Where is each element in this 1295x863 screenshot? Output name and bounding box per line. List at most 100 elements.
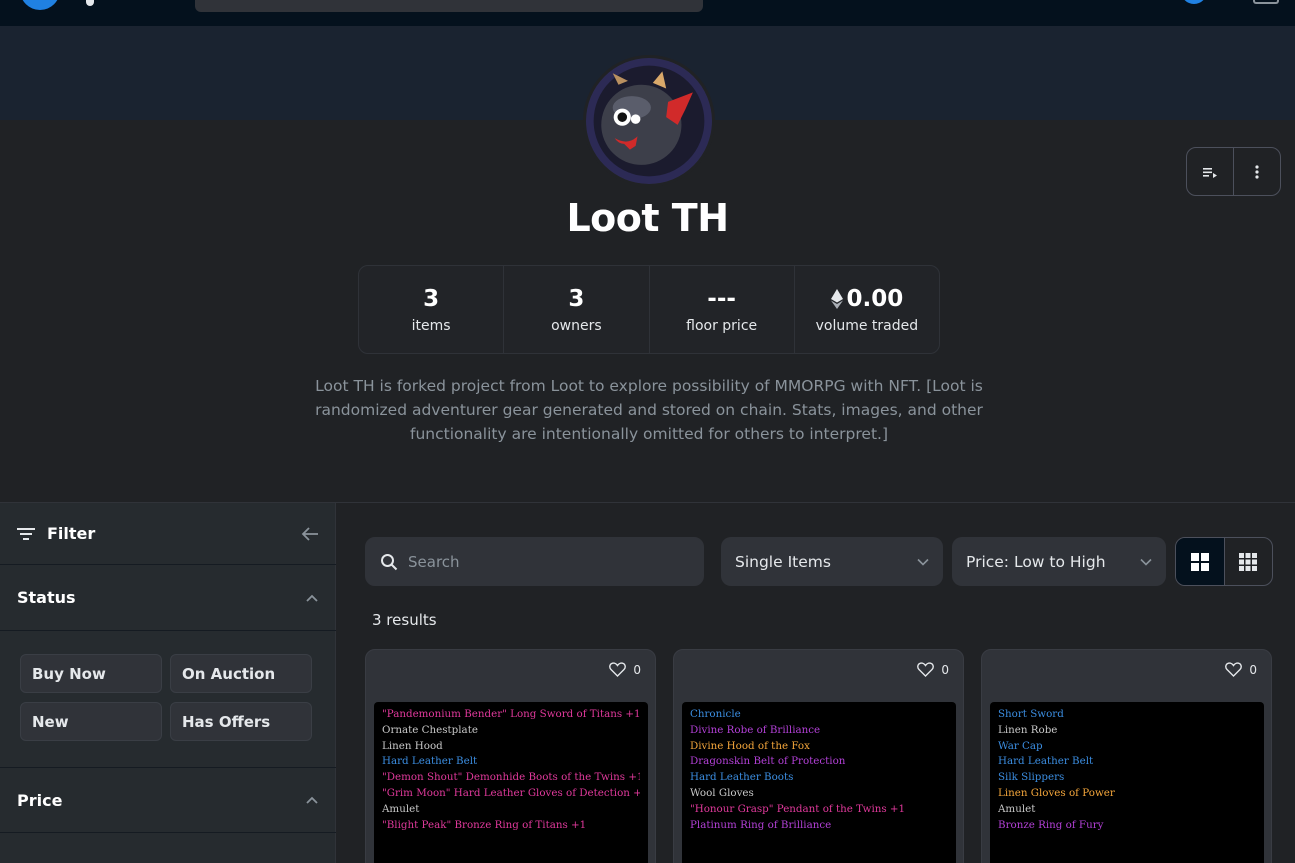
price-section-header[interactable]: Price <box>0 767 336 833</box>
loot-item-line: "Demon Shout" Demonhide Boots of the Twi… <box>382 771 640 784</box>
collection-stats: 3 items 3 owners --- floor price 0.00 vo… <box>358 265 940 354</box>
stat-value: 3 <box>568 285 585 312</box>
favorite-button[interactable]: 0 <box>1225 662 1257 677</box>
opensea-logo[interactable] <box>20 0 60 10</box>
profile-avatar-icon[interactable] <box>1181 0 1207 4</box>
heart-icon <box>609 662 627 677</box>
loot-item-line: Dragonskin Belt of Protection <box>690 755 846 768</box>
loot-item-line: Linen Gloves of Power <box>998 786 1115 799</box>
items-panel: Search Single Items Price: Low to High 3… <box>337 503 1295 863</box>
loot-item-line: "Blight Peak" Bronze Ring of Titans +1 <box>382 818 587 831</box>
collection-search-input[interactable]: Search <box>365 537 704 586</box>
stat-label: floor price <box>686 317 758 334</box>
loot-item-line: Linen Robe <box>998 723 1058 736</box>
favorite-button[interactable]: 0 <box>917 662 949 677</box>
on-auction-button[interactable]: On Auction <box>170 654 312 693</box>
buy-now-button[interactable]: Buy Now <box>20 654 162 693</box>
loot-item-line: Bronze Ring of Fury <box>998 818 1104 831</box>
stat-value: --- <box>707 285 736 312</box>
item-card[interactable]: 0 Chronicle Divine Robe of Brilliance Divi… <box>673 649 964 863</box>
heart-icon <box>917 662 935 677</box>
loot-item-line: Divine Hood of the Fox <box>690 739 810 752</box>
small-grid-button[interactable] <box>1223 538 1273 585</box>
wallet-icon[interactable] <box>1253 0 1279 4</box>
heart-icon <box>1225 662 1243 677</box>
loot-item-line: Hard Leather Belt <box>382 755 478 768</box>
collapse-sidebar-button[interactable] <box>301 526 319 542</box>
search-placeholder: Search <box>408 552 460 571</box>
stat-label: owners <box>551 317 602 334</box>
loot-item-line: "Honour Grasp" Pendant of the Twins +1 <box>690 802 906 815</box>
chevron-up-icon <box>306 796 318 804</box>
status-title: Status <box>17 588 76 607</box>
filter-header[interactable]: Filter <box>0 503 336 565</box>
stat-label: volume traded <box>815 317 919 334</box>
loot-item-line: "Grim Moon" Hard Leather Gloves of Detec… <box>382 786 640 799</box>
loot-image: Short Sword Linen Robe War Cap Hard Leather… <box>990 702 1264 863</box>
stat-items[interactable]: 3 items <box>359 266 503 353</box>
loot-item-line: Chronicle <box>690 708 741 720</box>
top-navbar <box>0 0 1295 26</box>
loot-item-line: Amulet <box>998 802 1036 815</box>
loot-item-line: Silk Slippers <box>998 771 1065 784</box>
results-count: 3 results <box>372 611 437 629</box>
stat-floor-price[interactable]: --- floor price <box>648 266 794 353</box>
collection-title: Loot TH <box>566 196 729 240</box>
bomb-creature-image <box>586 58 712 184</box>
more-vertical-icon <box>1255 164 1259 179</box>
loot-item-line: Divine Robe of Brilliance <box>690 723 821 736</box>
status-toggle[interactable] <box>305 593 319 603</box>
filter-icon <box>17 527 35 540</box>
stat-label: items <box>411 317 451 334</box>
collection-description: Loot TH is forked project from Loot to e… <box>315 377 983 443</box>
loot-item-line: War Cap <box>998 739 1043 752</box>
loot-item-line: Hard Leather Boots <box>690 771 794 784</box>
grid-size-toggle <box>1175 537 1273 586</box>
stat-value-row: 0.00 <box>830 285 904 312</box>
filter-sidebar: Filter Status Buy Now On Auction New Has… <box>0 503 336 863</box>
price-toggle[interactable] <box>305 795 319 805</box>
items-type-value: Single Items <box>735 552 831 571</box>
stat-owners[interactable]: 3 owners <box>503 266 648 353</box>
stat-value: 3 <box>423 285 440 312</box>
status-section-header[interactable]: Status <box>0 565 336 631</box>
playlist-icon <box>1203 167 1217 178</box>
chevron-up-icon <box>306 594 318 602</box>
loot-item-line: Wool Gloves <box>690 786 754 799</box>
has-offers-button[interactable]: Has Offers <box>170 702 312 741</box>
watchlist-button[interactable] <box>1187 148 1233 195</box>
item-card[interactable]: 0 Short Sword Linen Robe War Cap Hard Leath… <box>981 649 1272 863</box>
favorite-count: 0 <box>941 662 949 677</box>
small-grid-icon <box>1239 552 1258 571</box>
loot-item-line: Hard Leather Belt <box>998 755 1094 768</box>
large-grid-icon <box>1190 552 1209 571</box>
loot-item-line: Linen Hood <box>382 739 443 752</box>
arrow-left-icon <box>301 526 318 541</box>
stat-volume-traded[interactable]: 0.00 volume traded <box>793 266 939 353</box>
large-grid-button[interactable] <box>1176 538 1224 585</box>
stat-value: 0.00 <box>846 285 904 312</box>
sort-value: Price: Low to High <box>966 552 1106 571</box>
chevron-down-icon <box>917 558 929 566</box>
sort-select[interactable]: Price: Low to High <box>952 537 1166 586</box>
global-search-input[interactable] <box>195 0 703 12</box>
logo-wordmark[interactable] <box>86 0 94 6</box>
loot-item-line: "Pandemonium Bender" Long Sword of Titan… <box>382 708 640 720</box>
item-card[interactable]: 0 "Pandemonium Bender" Long Sword of Tit… <box>365 649 656 863</box>
favorite-button[interactable]: 0 <box>609 662 641 677</box>
collection-content: Filter Status Buy Now On Auction New Has… <box>0 502 1295 863</box>
items-type-select[interactable]: Single Items <box>721 537 943 586</box>
favorite-count: 0 <box>633 662 641 677</box>
loot-item-line: Ornate Chestplate <box>382 723 478 736</box>
more-options-button[interactable] <box>1233 148 1280 195</box>
loot-image: "Pandemonium Bender" Long Sword of Titan… <box>374 702 648 863</box>
loot-item-line: Short Sword <box>998 708 1064 720</box>
favorite-count: 0 <box>1249 662 1257 677</box>
collection-avatar <box>583 55 715 187</box>
loot-item-line: Amulet <box>382 802 420 815</box>
collection-actions <box>1186 147 1281 196</box>
price-title: Price <box>17 790 63 810</box>
eth-icon <box>830 288 843 309</box>
new-button[interactable]: New <box>20 702 162 741</box>
chevron-down-icon <box>1140 558 1152 566</box>
